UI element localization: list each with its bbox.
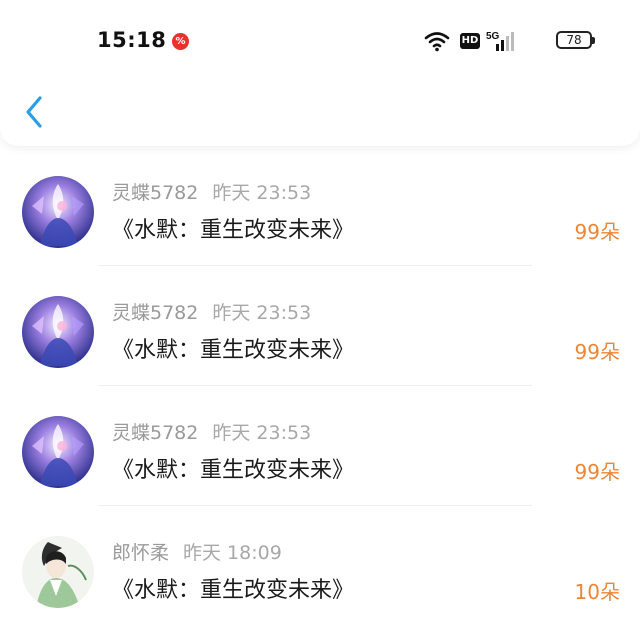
- ink-painting-avatar-icon: [22, 536, 94, 608]
- list-item[interactable]: 灵蝶5782 昨天 23:53 《水默：重生改变未来》 99朵: [0, 146, 640, 266]
- wifi-icon: [424, 30, 450, 56]
- book-title[interactable]: 《水默：重生改变未来》: [112, 572, 354, 604]
- sender-line: 郎怀柔 昨天 18:09: [112, 538, 282, 565]
- gift-time: 昨天 23:53: [212, 182, 312, 204]
- anime-avatar-icon: [22, 416, 94, 488]
- back-button[interactable]: [18, 92, 54, 132]
- sender-line: 灵蝶5782 昨天 23:53: [112, 418, 311, 445]
- chevron-left-icon: [26, 96, 42, 128]
- battery-icon: 78: [556, 31, 595, 49]
- status-time: 15:18: [97, 28, 167, 52]
- sender-line: 灵蝶5782 昨天 23:53: [112, 178, 311, 205]
- list-item[interactable]: 灵蝶5782 昨天 23:53 《水默：重生改变未来》 99朵: [0, 386, 640, 506]
- sender-name[interactable]: 灵蝶5782: [112, 302, 198, 324]
- anime-avatar-icon: [22, 296, 94, 368]
- user-avatar[interactable]: [22, 296, 94, 368]
- list-item[interactable]: 灵蝶5782 昨天 23:53 《水默：重生改变未来》 99朵: [0, 266, 640, 386]
- user-avatar[interactable]: [22, 416, 94, 488]
- signal-icon: 5G: [486, 29, 520, 57]
- svg-text:5G: 5G: [486, 31, 500, 42]
- sender-line: 灵蝶5782 昨天 23:53: [112, 298, 311, 325]
- sender-name[interactable]: 灵蝶5782: [112, 422, 198, 444]
- gift-time: 昨天 23:53: [212, 422, 312, 444]
- status-bar: 15:18 % HD 5G 78: [0, 22, 640, 62]
- top-header: 15:18 % HD 5G 78: [0, 0, 640, 146]
- book-title[interactable]: 《水默：重生改变未来》: [112, 212, 354, 244]
- gift-amount: 99朵: [574, 220, 620, 244]
- hd-icon: HD: [460, 33, 480, 49]
- list-item[interactable]: 郎怀柔 昨天 18:09 《水默：重生改变未来》 10朵: [0, 506, 640, 626]
- user-avatar[interactable]: [22, 536, 94, 608]
- gift-list: 灵蝶5782 昨天 23:53 《水默：重生改变未来》 99朵 灵蝶5782 昨…: [0, 146, 640, 626]
- app-notification-icon: %: [172, 33, 189, 50]
- gift-time: 昨天 23:53: [212, 302, 312, 324]
- gift-amount: 99朵: [574, 340, 620, 364]
- book-title[interactable]: 《水默：重生改变未来》: [112, 452, 354, 484]
- book-title[interactable]: 《水默：重生改变未来》: [112, 332, 354, 364]
- anime-avatar-icon: [22, 176, 94, 248]
- gift-amount: 99朵: [574, 460, 620, 484]
- battery-level: 78: [566, 33, 582, 47]
- gift-time: 昨天 18:09: [183, 542, 282, 564]
- user-avatar[interactable]: [22, 176, 94, 248]
- sender-name[interactable]: 灵蝶5782: [112, 182, 198, 204]
- sender-name[interactable]: 郎怀柔: [112, 542, 169, 564]
- gift-amount: 10朵: [574, 580, 620, 604]
